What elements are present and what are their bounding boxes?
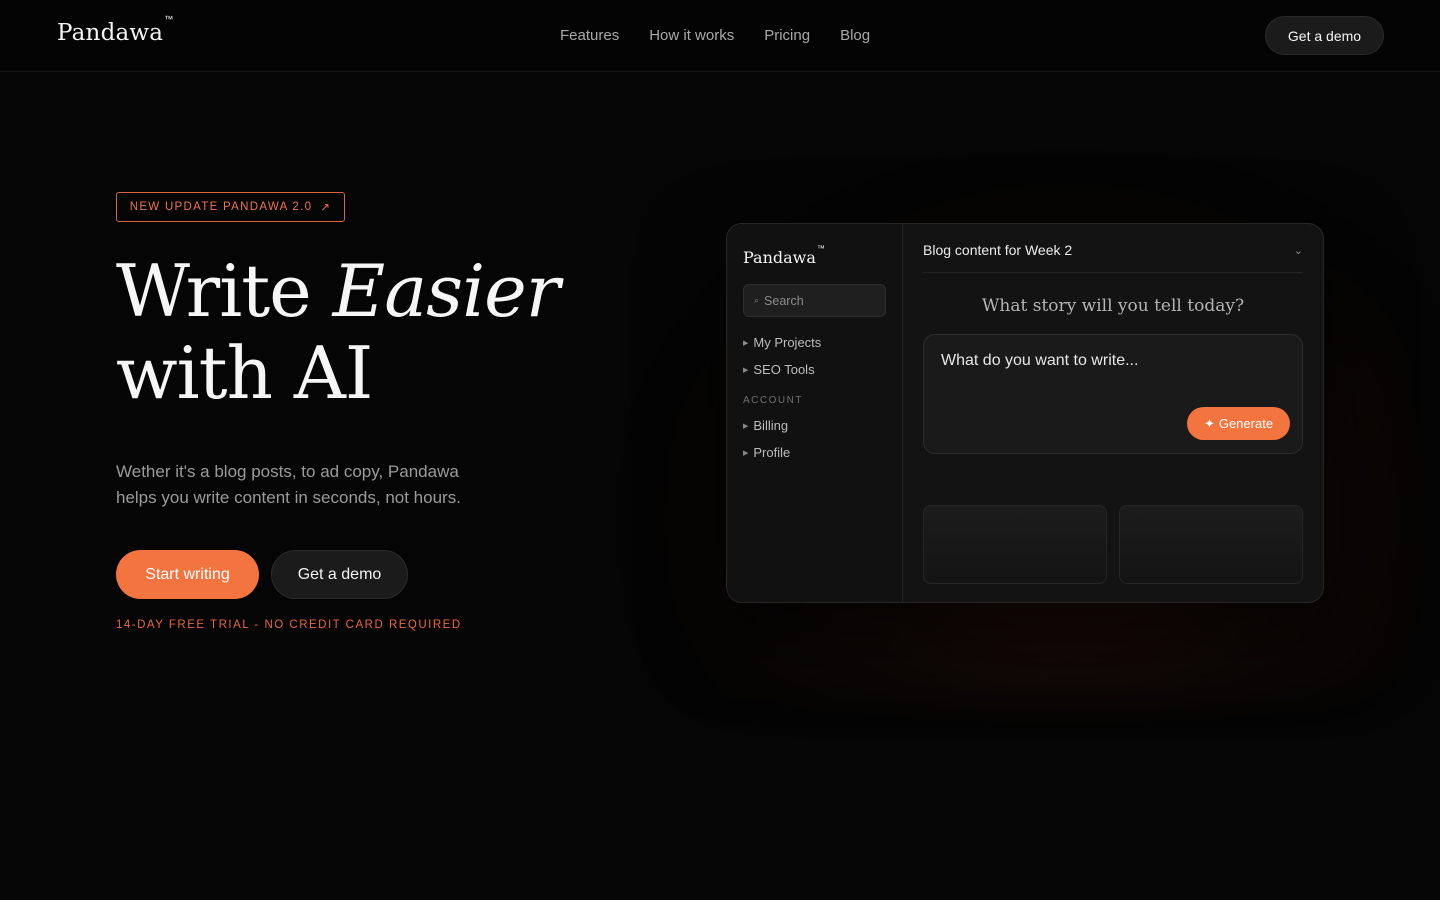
caret-right-icon: ▶ xyxy=(743,366,749,374)
sidebar-item-profile[interactable]: ▶ Profile xyxy=(743,445,790,460)
start-writing-button[interactable]: Start writing xyxy=(116,550,259,599)
hero-title-line2: with AI xyxy=(116,331,373,415)
document-title[interactable]: Blog content for Week 2 xyxy=(923,242,1072,258)
sidebar-item-label: SEO Tools xyxy=(753,362,815,377)
hero-title-emphasis: Easier xyxy=(332,249,560,333)
hero-title: Write Easier with AI xyxy=(116,250,616,414)
sidebar-item-label: Billing xyxy=(753,418,789,433)
app-logo-text: Pandawa xyxy=(743,248,816,267)
arrow-up-right-icon: ↗ xyxy=(320,202,332,214)
hero-subtitle: Wether it's a blog posts, to ad copy, Pa… xyxy=(116,462,461,507)
sidebar-account-heading: ACCOUNT xyxy=(743,395,803,406)
app-search-input[interactable]: ⌕ Search xyxy=(743,284,886,317)
sidebar-item-my-projects[interactable]: ▶ My Projects xyxy=(743,335,821,350)
sidebar-item-seo-tools[interactable]: ▶ SEO Tools xyxy=(743,362,815,377)
nav-link-blog[interactable]: Blog xyxy=(840,27,870,44)
prompt-heading: What story will you tell today? xyxy=(981,296,1245,316)
main-nav: Features How it works Pricing Blog xyxy=(560,27,870,44)
trademark-symbol: ™ xyxy=(164,14,174,25)
hero-get-demo-button[interactable]: Get a demo xyxy=(271,550,408,599)
app-preview-window: Pandawa™ ⌕ Search ▶ My Projects ▶ SEO To… xyxy=(726,223,1324,603)
hero-title-plain: Write xyxy=(116,249,333,333)
app-search-placeholder: Search xyxy=(764,293,804,308)
trial-note: 14-DAY FREE TRIAL - NO CREDIT CARD REQUI… xyxy=(116,619,462,631)
template-card[interactable] xyxy=(923,505,1107,584)
sidebar-item-label: My Projects xyxy=(753,335,822,350)
caret-right-icon: ▶ xyxy=(743,339,749,347)
app-sidebar: Pandawa™ ⌕ Search ▶ My Projects ▶ SEO To… xyxy=(727,224,903,602)
prompt-placeholder: What do you want to write... xyxy=(941,352,1139,369)
sidebar-item-billing[interactable]: ▶ Billing xyxy=(743,418,788,433)
update-badge[interactable]: NEW UPDATE PANDAWA 2.0 ↗ xyxy=(116,192,345,222)
brand-logo[interactable]: Pandawa™ xyxy=(57,14,173,46)
app-trademark-symbol: ™ xyxy=(816,243,825,253)
caret-right-icon: ▶ xyxy=(743,422,749,430)
generate-button[interactable]: ✦ Generate xyxy=(1187,407,1290,440)
sparkle-icon: ✦ xyxy=(1203,415,1215,431)
search-icon: ⌕ xyxy=(754,295,760,305)
top-navigation-bar: Pandawa™ Features How it works Pricing B… xyxy=(0,0,1440,72)
nav-link-features[interactable]: Features xyxy=(560,27,619,44)
sidebar-item-label: Profile xyxy=(753,445,791,460)
app-logo: Pandawa™ xyxy=(743,244,825,267)
caret-right-icon: ▶ xyxy=(743,449,749,457)
nav-link-how-it-works[interactable]: How it works xyxy=(649,27,734,44)
update-badge-label: NEW UPDATE PANDAWA 2.0 xyxy=(129,201,313,213)
prompt-textarea[interactable]: What do you want to write... ✦ Generate xyxy=(923,334,1303,454)
header-get-demo-button[interactable]: Get a demo xyxy=(1265,16,1384,55)
brand-logo-text: Pandawa xyxy=(57,20,164,46)
app-main-panel: Blog content for Week 2 ⌄ What story wil… xyxy=(923,224,1303,602)
header-divider xyxy=(923,272,1303,273)
chevron-down-icon[interactable]: ⌄ xyxy=(1294,244,1303,257)
generate-button-label: Generate xyxy=(1218,416,1274,431)
nav-link-pricing[interactable]: Pricing xyxy=(764,27,810,44)
template-card[interactable] xyxy=(1119,505,1303,584)
